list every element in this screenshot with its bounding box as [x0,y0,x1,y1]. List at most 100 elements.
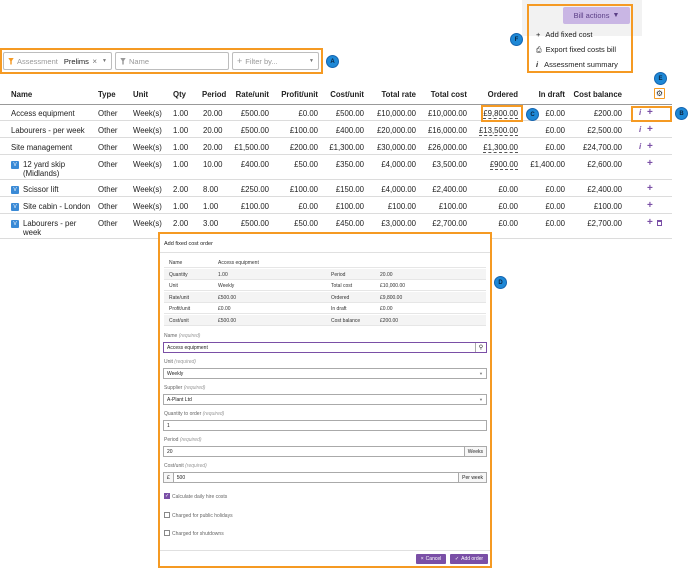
info-icon[interactable]: i [639,142,641,151]
cell-period: 20.00 [203,143,223,152]
row-type-icon: V [11,161,19,169]
info-icon[interactable]: i [639,108,641,117]
name-filter-input[interactable]: Name [115,52,229,70]
filter-icon [8,57,14,65]
dialog-footer-divider [160,550,490,551]
quantity-field[interactable]: 1 [163,420,487,431]
cell-profit: £0.00 [298,109,318,118]
trash-icon[interactable] [657,220,662,226]
summary-label: Quantity [169,271,188,278]
supplier-select[interactable]: A-Plant Ltd ▼ [163,394,487,405]
column-header-total-rate[interactable]: Total rate [381,90,416,99]
summary-value: 20.00 [380,271,393,278]
settings-button[interactable]: ⚙ [654,88,665,99]
add-order-icon[interactable]: + [647,183,653,194]
column-header-ordered[interactable]: Ordered [488,90,518,99]
quantity-field-label: Quantity to order (required) [164,411,225,417]
row-type-icon: V [11,220,19,228]
cell-type: Other [98,185,118,194]
name-filter-placeholder: Name [129,56,150,66]
search-icon[interactable]: ⚲ [475,343,486,352]
column-header-unit[interactable]: Unit [133,90,148,99]
chevron-down-icon[interactable]: ▼ [102,58,107,64]
cell-profit: £50.00 [294,160,318,169]
cell-balance: £2,500.00 [587,126,622,135]
column-header-profit[interactable]: Profit/unit [281,90,318,99]
print-icon: ⎙ [536,47,542,54]
public-holidays-checkbox[interactable] [164,512,170,518]
cell-balance: £2,400.00 [587,185,622,194]
cell-ordered: £0.00 [498,219,518,228]
column-header-period[interactable]: Period [202,90,226,99]
assessment-filter[interactable]: Assessment Prelims × ▼ [3,52,112,70]
cell-period: 1.00 [203,202,219,211]
cancel-button-label: Cancel [425,556,442,562]
add-order-icon[interactable]: + [647,158,653,169]
cell-ordered[interactable]: £900.00 [489,160,518,170]
clear-icon[interactable]: × [92,57,97,66]
menu-item-export-fixed-costs[interactable]: ⎙ Export fixed costs bill [536,45,616,55]
summary-value: £200.00 [380,317,399,324]
cell-cost: £350.00 [335,160,364,169]
cell-qty: 1.00 [173,143,189,152]
column-header-total-cost[interactable]: Total cost [431,90,467,99]
column-header-cost-balance[interactable]: Cost balance [573,90,622,99]
summary-row [164,303,486,314]
menu-item-assessment-summary[interactable]: i Assessment summary [536,60,618,69]
daily-hire-checkbox[interactable]: ✓ [164,493,170,499]
summary-label: Period [331,271,346,278]
cell-total-rate: £4,000.00 [381,160,416,169]
cell-draft: £0.00 [545,219,565,228]
column-header-rate[interactable]: Rate/unit [236,90,269,99]
cell-balance: £2,600.00 [587,160,622,169]
cell-rate: £500.00 [240,219,269,228]
column-header-in-draft[interactable]: In draft [539,90,565,99]
row-type-icon: V [11,186,19,194]
name-field[interactable]: Access equipment ⚲ [163,342,487,353]
summary-row [164,291,486,303]
cell-qty: 2.00 [173,219,189,228]
cell-period: 20.00 [203,126,223,135]
cell-ordered[interactable]: £1,300.00 [483,143,518,153]
name-field-label: Name (required) [164,333,201,339]
cell-profit: £50.00 [294,219,318,228]
filter-icon [120,57,126,65]
add-order-button[interactable]: ✓ Add order [450,554,488,564]
cell-ordered[interactable]: £9,800.00 [483,109,518,119]
add-order-icon[interactable]: + [647,124,653,135]
column-header-cost[interactable]: Cost/unit [330,90,364,99]
add-order-icon[interactable]: + [647,107,653,118]
cell-balance: £200.00 [593,109,622,118]
shutdowns-checkbox[interactable] [164,530,170,536]
cell-total-cost: £100.00 [438,202,467,211]
cell-cost: £500.00 [335,109,364,118]
period-field[interactable]: 20 Weeks [163,446,487,457]
unit-select[interactable]: Weekly ▼ [163,368,487,379]
currency-prefix: £ [164,473,174,482]
cell-profit: £0.00 [298,202,318,211]
info-icon[interactable]: i [639,125,641,134]
cell-rate: £500.00 [240,126,269,135]
menu-item-add-fixed-cost[interactable]: + Add fixed cost [536,30,593,39]
add-order-icon[interactable]: + [647,200,653,211]
cell-unit: Week(s) [133,109,162,118]
cell-draft: £0.00 [545,109,565,118]
summary-label: Name [169,260,183,266]
add-order-icon[interactable]: + [647,217,653,228]
period-suffix: Weeks [463,447,486,456]
column-header-name[interactable]: Name [11,90,32,99]
cell-total-rate: £100.00 [387,202,416,211]
column-header-type[interactable]: Type [98,90,116,99]
cell-period: 3.00 [203,219,219,228]
cancel-button[interactable]: × Cancel [416,554,446,564]
summary-row [164,257,486,268]
cost-unit-field[interactable]: £ 500 Per week [163,472,487,483]
cell-ordered: £0.00 [498,185,518,194]
add-order-icon[interactable]: + [647,141,653,152]
add-order-button-label: Add order [461,556,484,562]
cell-ordered[interactable]: £13,500.00 [478,126,518,136]
filter-by-select[interactable]: + Filter by... ▼ [232,52,319,70]
supplier-select-value: A-Plant Ltd [167,396,192,403]
cell-total-cost: £2,400.00 [432,185,467,194]
column-header-qty[interactable]: Qty [173,90,186,99]
